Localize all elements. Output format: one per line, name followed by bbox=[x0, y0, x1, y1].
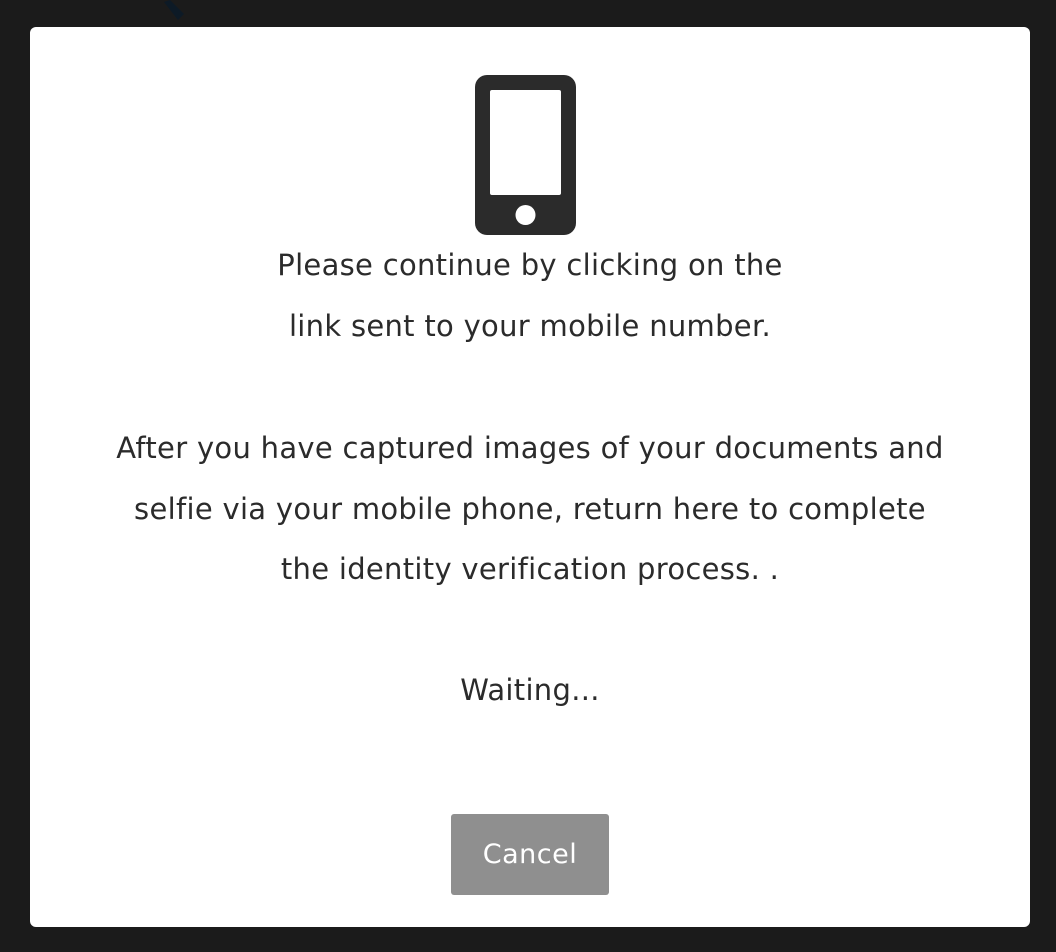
waiting-status: Waiting... bbox=[460, 673, 600, 707]
message-line: link sent to your mobile number. bbox=[288, 308, 772, 343]
message-line: the identity verification process. . bbox=[280, 552, 780, 586]
mobile-phone-icon bbox=[475, 75, 576, 235]
link-sent-message: Please continue by clicking on the link … bbox=[30, 235, 1030, 356]
background-pencil-icon bbox=[162, 0, 186, 20]
cancel-button[interactable]: Cancel bbox=[451, 814, 609, 895]
message-line: After you have captured images of your d… bbox=[116, 431, 944, 465]
verification-modal: Please continue by clicking on the link … bbox=[30, 27, 1030, 927]
message-line: selfie via your mobile phone, return her… bbox=[134, 491, 926, 526]
message-line: Please continue by clicking on the bbox=[277, 248, 783, 282]
return-instructions-message: After you have captured images of your d… bbox=[30, 418, 1030, 600]
